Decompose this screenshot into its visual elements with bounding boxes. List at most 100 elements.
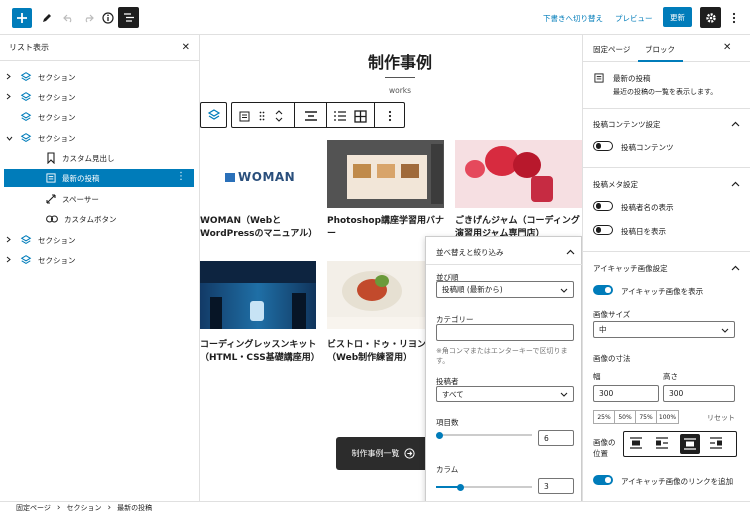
chevron-right-icon[interactable]: [6, 256, 11, 263]
slider-thumb[interactable]: [436, 431, 443, 439]
list-layout-button[interactable]: [330, 103, 350, 129]
content-section-title[interactable]: 投稿コンテンツ設定: [593, 119, 661, 130]
post-title-5[interactable]: ビストロ・ドゥ・リヨン（Web制作練習用）: [327, 339, 427, 365]
chevron-right-icon: ›: [56, 502, 61, 513]
section-divider: [583, 167, 750, 168]
list-view-item[interactable]: セクション: [4, 129, 194, 147]
list-view-item[interactable]: セクション: [4, 68, 194, 86]
slider-thumb[interactable]: [456, 483, 464, 491]
tab-block[interactable]: ブロック: [645, 44, 675, 55]
gear-icon: [705, 12, 716, 23]
list-view-item[interactable]: カスタム見出し: [4, 149, 194, 167]
list-view-item[interactable]: セクション: [4, 251, 194, 269]
tab-page[interactable]: 固定ページ: [593, 44, 630, 55]
list-view-item[interactable]: スペーサー: [4, 190, 194, 208]
align-left-button[interactable]: [656, 437, 672, 451]
align-none-button[interactable]: [630, 437, 646, 451]
list-view-button[interactable]: [118, 7, 139, 28]
works-list-button[interactable]: 制作事例一覧: [336, 437, 430, 470]
tools-button[interactable]: [38, 9, 56, 27]
image-size-value: 中: [599, 325, 607, 334]
add-block-button[interactable]: [12, 8, 32, 28]
percent-button[interactable]: 100%: [657, 411, 678, 423]
columns-input[interactable]: 3: [538, 478, 574, 494]
image-size-select[interactable]: 中: [593, 321, 735, 338]
chevron-up-icon[interactable]: [731, 265, 740, 271]
chevron-up-icon[interactable]: [731, 121, 740, 127]
author-name-toggle[interactable]: [593, 201, 613, 211]
post-thumbnail-1[interactable]: WOMAN: [200, 140, 316, 208]
update-button[interactable]: 更新: [663, 7, 692, 27]
redo-icon: [85, 14, 94, 23]
logo-text: WOMAN: [238, 170, 296, 184]
chevron-right-icon[interactable]: [6, 93, 11, 100]
chevron-down-icon: [560, 392, 568, 397]
preview-link[interactable]: プレビュー: [615, 13, 653, 24]
drag-handle[interactable]: [254, 103, 270, 129]
more-vertical-icon[interactable]: ⋮: [176, 172, 186, 182]
category-input[interactable]: [436, 324, 574, 341]
align-button[interactable]: [300, 103, 322, 129]
author-select[interactable]: すべて: [436, 386, 574, 402]
book-icon: [225, 172, 235, 182]
align-right-button[interactable]: [710, 437, 726, 451]
chevron-up-icon[interactable]: [731, 181, 740, 187]
more-vertical-icon: [732, 12, 736, 24]
list-view-item[interactable]: セクション: [4, 88, 194, 106]
height-input[interactable]: 300: [663, 385, 735, 402]
undo-button[interactable]: [60, 9, 76, 27]
count-slider[interactable]: [436, 430, 532, 440]
block-type-button[interactable]: [200, 102, 227, 128]
list-view-item[interactable]: セクション: [4, 108, 194, 126]
section-subheading[interactable]: works: [200, 86, 582, 95]
meta-section-title[interactable]: 投稿メタ設定: [593, 179, 638, 190]
post-title-4[interactable]: コーディングレッスンキット（HTML・CSS基礎講座用）: [200, 339, 320, 365]
post-thumbnail-2[interactable]: [327, 140, 444, 208]
order-select[interactable]: 投稿順 (最新から): [436, 281, 574, 298]
list-view-item[interactable]: カスタムボタン: [4, 210, 194, 228]
tree-shape: [292, 293, 306, 329]
reset-button[interactable]: リセット: [707, 413, 735, 423]
image-section-title[interactable]: アイキャッチ画像設定: [593, 263, 668, 274]
post-date-toggle[interactable]: [593, 225, 613, 235]
post-thumbnail-4[interactable]: [200, 261, 316, 329]
move-up-down-buttons[interactable]: [270, 103, 288, 129]
section-heading[interactable]: 制作事例: [200, 49, 582, 73]
save-draft-link[interactable]: 下書きへ切り替え: [543, 13, 603, 24]
percent-button[interactable]: 50%: [615, 411, 636, 423]
chevron-right-icon[interactable]: [6, 236, 11, 243]
post-title-1[interactable]: WOMAN（WebとWordPressのマニュアル）: [200, 215, 320, 241]
list-view-item-label: セクション: [38, 133, 76, 143]
block-options-button[interactable]: [378, 103, 402, 129]
section-icon: [20, 133, 32, 143]
chevron-down-icon[interactable]: [6, 136, 13, 141]
post-thumbnail-3[interactable]: [455, 140, 582, 208]
section-divider: [583, 251, 750, 252]
redo-button[interactable]: [80, 9, 96, 27]
chevron-right-icon[interactable]: [6, 73, 11, 80]
columns-slider[interactable]: [436, 482, 532, 492]
breadcrumb-item[interactable]: セクション: [66, 503, 101, 513]
count-input[interactable]: 6: [538, 430, 574, 446]
width-input[interactable]: 300: [593, 385, 659, 402]
featured-image-toggle[interactable]: [593, 285, 613, 295]
more-vertical-icon: [388, 110, 392, 122]
align-center-button[interactable]: [680, 434, 700, 454]
grid-layout-button[interactable]: [350, 103, 370, 129]
percent-button[interactable]: 75%: [636, 411, 657, 423]
post-thumbnail-5[interactable]: [327, 261, 426, 329]
featured-image-link-toggle[interactable]: [593, 475, 613, 485]
percent-button[interactable]: 25%: [594, 411, 615, 423]
settings-button[interactable]: [700, 7, 721, 28]
list-view-item[interactable]: セクション: [4, 231, 194, 249]
content-toggle[interactable]: [593, 141, 613, 151]
options-menu-button[interactable]: [726, 9, 742, 27]
breadcrumb-item[interactable]: 最新の投稿: [117, 503, 152, 513]
breadcrumb-item[interactable]: 固定ページ: [16, 503, 51, 513]
list-view-item[interactable]: 最新の投稿 ⋮: [4, 169, 194, 187]
chevron-up-icon[interactable]: [566, 249, 575, 255]
post-list-button[interactable]: [234, 103, 254, 129]
details-button[interactable]: [100, 9, 116, 27]
close-icon[interactable]: ✕: [182, 42, 190, 53]
close-icon[interactable]: ✕: [723, 42, 731, 53]
